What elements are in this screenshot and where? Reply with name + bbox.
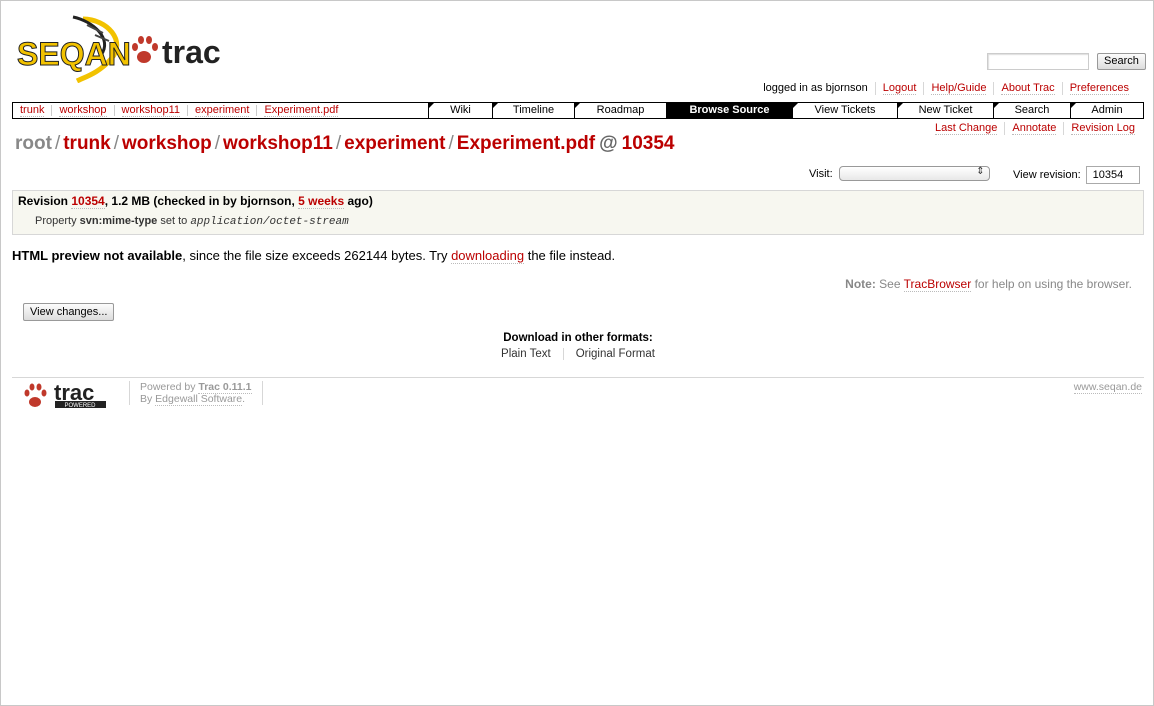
trac-powered-logo[interactable]: trac POWERED — [24, 380, 110, 409]
path-separator: / — [54, 133, 61, 154]
period: . — [242, 393, 246, 405]
annotate-link[interactable]: Annotate — [1012, 122, 1057, 135]
revision-link[interactable]: 10354 — [71, 194, 105, 209]
revision-age-suffix: ago) — [344, 194, 373, 208]
tab-admin[interactable]: Admin — [1070, 103, 1143, 118]
footer-divider — [12, 377, 1144, 378]
meta-nav: logged in as bjornson Logout Help/Guide … — [756, 82, 1136, 95]
footer-site-link[interactable]: www.seqan.de — [1073, 381, 1142, 394]
trac-wordmark: trac — [162, 34, 221, 70]
page-title: root / trunk / workshop / workshop11 / e… — [15, 133, 674, 155]
downloading-link[interactable]: downloading — [451, 248, 525, 264]
visit-label: Visit: — [809, 167, 833, 180]
revision-log-link[interactable]: Revision Log — [1071, 122, 1135, 135]
logged-in-status: logged in as bjornson — [763, 82, 868, 94]
by-text: By — [140, 393, 156, 405]
help-note: Note: See TracBrowser for help on using … — [845, 277, 1132, 292]
logout-link[interactable]: Logout — [882, 82, 917, 95]
seqan-wordmark: SEQAN — [17, 36, 131, 72]
paw-icon — [132, 36, 158, 63]
help-guide-link[interactable]: Help/Guide — [931, 82, 987, 95]
context-nav: Last Change Annotate Revision Log — [928, 122, 1142, 135]
view-changes-button[interactable]: View changes... — [23, 303, 115, 321]
property-mid: set to — [160, 215, 188, 227]
download-formats: Download in other formats: Plain Text Or… — [1, 332, 1154, 360]
path-at: @ — [599, 133, 618, 154]
preview-notice: HTML preview not available, since the fi… — [12, 248, 616, 264]
property-value: application/octet-stream — [190, 216, 349, 228]
revision-info-box: Revision 10354, 1.2 MB (checked in by bj… — [12, 190, 1144, 235]
site-url[interactable]: www.seqan.de — [1073, 381, 1142, 394]
paw-icon — [24, 383, 47, 407]
tracbrowser-link[interactable]: TracBrowser — [903, 277, 972, 292]
view-revision-input[interactable] — [1085, 166, 1140, 184]
revision-age-link[interactable]: 5 weeks — [298, 194, 345, 209]
seqan-trac-logo[interactable]: SEQAN trac — [15, 11, 230, 84]
property-name: svn:mime-type — [79, 215, 158, 227]
breadcrumb-experiment-pdf[interactable]: Experiment.pdf — [264, 104, 339, 117]
tab-view-tickets[interactable]: View Tickets — [792, 103, 897, 118]
path-revision[interactable]: 10354 — [622, 133, 675, 155]
last-change-link[interactable]: Last Change — [934, 122, 998, 135]
tab-new-ticket[interactable]: New Ticket — [897, 103, 993, 118]
revision-size-text: , 1.2 MB (checked in by bjornson, — [104, 194, 299, 208]
tab-browse-source[interactable]: Browse Source — [666, 103, 792, 118]
path-separator: / — [335, 133, 342, 154]
svg-text:POWERED: POWERED — [64, 403, 96, 409]
search-form: Search — [987, 53, 1146, 70]
preview-text2: the file instead. — [524, 248, 616, 263]
path-experiment-pdf[interactable]: Experiment.pdf — [457, 133, 595, 155]
original-format-link[interactable]: Original Format — [576, 348, 655, 360]
note-label: Note: — [845, 277, 876, 291]
main-nav: Wiki Timeline Roadmap Browse Source View… — [428, 103, 1143, 118]
property-label: Property — [35, 215, 77, 227]
search-button[interactable]: Search — [1097, 53, 1146, 70]
note-text1: See — [875, 277, 904, 291]
preview-text1: , since the file size exceeds 262144 byt… — [182, 248, 452, 263]
path-separator: / — [113, 133, 119, 154]
edgewall-link[interactable]: Edgewall Software — [155, 393, 243, 406]
revision-summary: Revision 10354, 1.2 MB (checked in by bj… — [18, 194, 373, 209]
tab-wiki[interactable]: Wiki — [428, 103, 492, 118]
property-line: Property svn:mime-type set to applicatio… — [35, 215, 349, 228]
plain-text-link[interactable]: Plain Text — [501, 348, 551, 360]
path-workshop11[interactable]: workshop11 — [223, 133, 333, 155]
revision-label: Revision — [18, 194, 69, 208]
download-title: Download in other formats: — [503, 332, 653, 344]
about-trac-link[interactable]: About Trac — [1001, 82, 1055, 95]
note-text2: for help on using the browser. — [971, 277, 1132, 291]
preferences-link[interactable]: Preferences — [1069, 82, 1129, 95]
path-root[interactable]: root — [15, 133, 52, 155]
view-revision-control: View revision: — [1013, 166, 1140, 184]
visit-select[interactable] — [838, 166, 990, 181]
breadcrumb-workshop11[interactable]: workshop11 — [121, 104, 181, 117]
breadcrumb-workshop[interactable]: workshop — [59, 104, 107, 117]
search-input[interactable] — [987, 53, 1089, 70]
path-separator: / — [214, 133, 221, 154]
path-trunk[interactable]: trunk — [63, 133, 111, 155]
powered-by-text: Powered by — [140, 381, 199, 393]
main-navbar: trunk workshop workshop11 experiment Exp… — [12, 102, 1144, 119]
visit-control: Visit: — [809, 166, 990, 181]
format-list: Plain Text Original Format — [1, 348, 1154, 360]
footer-powered-by: Powered by Trac 0.11.1 By Edgewall Softw… — [129, 381, 263, 406]
view-revision-label: View revision: — [1013, 169, 1081, 181]
tab-timeline[interactable]: Timeline — [492, 103, 574, 118]
path-experiment[interactable]: experiment — [344, 133, 445, 155]
tab-search[interactable]: Search — [993, 103, 1070, 118]
path-workshop[interactable]: workshop — [122, 133, 212, 155]
preview-bold: HTML preview not available — [12, 248, 183, 263]
breadcrumb: trunk workshop workshop11 experiment Exp… — [13, 103, 428, 118]
tab-roadmap[interactable]: Roadmap — [574, 103, 666, 118]
breadcrumb-experiment[interactable]: experiment — [195, 104, 250, 117]
breadcrumb-trunk[interactable]: trunk — [20, 104, 45, 117]
path-separator: / — [448, 133, 454, 154]
